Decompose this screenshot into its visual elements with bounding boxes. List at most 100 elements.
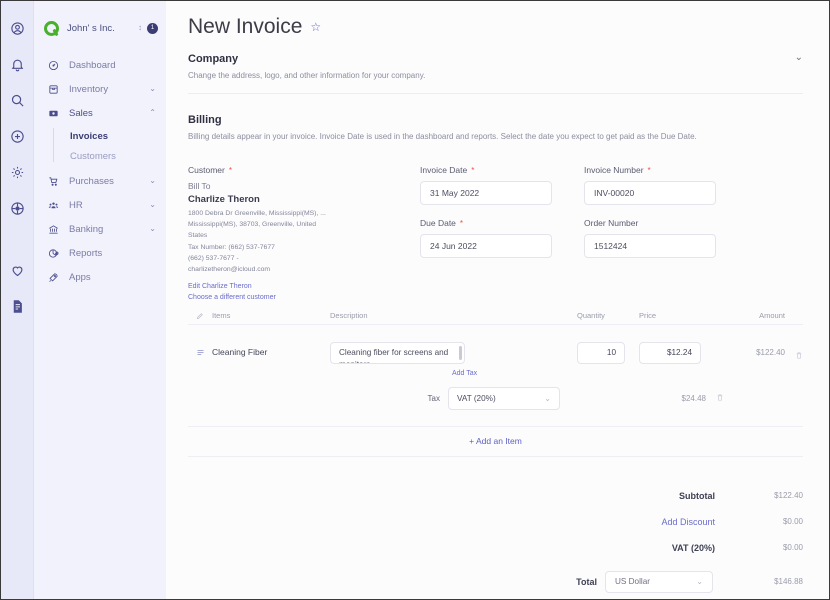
invoice-date-input[interactable]	[420, 181, 552, 205]
row-item-name[interactable]: Cleaning Fiber	[212, 342, 330, 357]
sidebar-item-hr[interactable]: HR ⌄	[34, 193, 166, 217]
chevron-down-icon[interactable]: ⌄	[149, 177, 156, 185]
subtotal-value: $122.40	[774, 491, 803, 501]
total-row: Total US Dollar ⌄ $146.88	[188, 570, 803, 593]
people-icon	[46, 200, 61, 211]
row-quantity-cell	[577, 341, 639, 364]
sidebar-item-banking[interactable]: Banking ⌄	[34, 217, 166, 241]
due-date-label: Due Date *	[420, 218, 572, 228]
label-text: Order Number	[584, 218, 639, 228]
currency-select[interactable]: US Dollar ⌄	[605, 570, 713, 593]
trash-icon[interactable]	[785, 342, 803, 365]
sidebar-item-apps[interactable]: Apps	[34, 265, 166, 289]
sidebar-label: Inventory	[69, 83, 109, 95]
add-item-button[interactable]: + Add an Item	[188, 427, 803, 456]
tax-select-value: VAT (20%)	[457, 393, 496, 403]
billing-section: Billing Billing details appear in your i…	[188, 114, 803, 143]
bell-icon[interactable]	[6, 53, 28, 75]
sidebar-item-reports[interactable]: Reports	[34, 241, 166, 265]
billing-description: Billing details appear in your invoice. …	[188, 132, 697, 141]
sidebar-label: Apps	[69, 271, 91, 283]
drag-handle-icon[interactable]	[188, 342, 212, 357]
sidebar-label: HR	[69, 199, 83, 211]
customer-label-text: Customer	[188, 165, 225, 175]
sidebar-item-inventory[interactable]: Inventory ⌄	[34, 77, 166, 101]
customer-address: 1800 Debra Dr Greenville, Mississippi(MS…	[188, 208, 420, 275]
workspace-badge: 1	[147, 22, 158, 34]
due-date-input[interactable]	[420, 234, 552, 258]
box-icon	[46, 84, 61, 95]
billing-form: Customer * Bill To Charlize Theron 1800 …	[188, 165, 803, 304]
add-tax-row: Add Tax	[188, 365, 803, 377]
pencil-icon[interactable]	[188, 312, 212, 320]
account-circle-icon[interactable]	[6, 17, 28, 39]
chevron-up-icon[interactable]: ⌃	[149, 109, 156, 117]
sidebar-item-dashboard[interactable]: Dashboard	[34, 53, 166, 77]
rocket-icon	[46, 272, 61, 283]
tax-amount: $24.48	[681, 393, 706, 403]
tax-row: Tax VAT (20%) ⌄ $24.48	[188, 377, 803, 410]
dates-column: Invoice Date * Due Date *	[420, 165, 572, 304]
sidebar-item-invoices[interactable]: Invoices	[56, 126, 166, 146]
invoice-number-group: Invoice Number *	[584, 165, 736, 205]
customer-label: Customer *	[188, 165, 420, 175]
row-amount: $122.40	[756, 347, 785, 357]
company-chevron-down-icon[interactable]: ⌄	[795, 53, 803, 63]
sidebar-item-customers[interactable]: Customers	[56, 146, 166, 166]
address-line: States	[188, 232, 208, 240]
sidebar: John' s Inc. ↕ 1 Dashboard Inventory ⌄ S…	[34, 1, 166, 599]
choose-different-customer-link[interactable]: Choose a different customer	[188, 293, 420, 304]
chevron-down-icon[interactable]: ⌄	[149, 201, 156, 209]
address-line: 1800 Debra Dr Greenville, Mississippi(MS…	[188, 210, 326, 217]
sidebar-item-purchases[interactable]: Purchases ⌄	[34, 169, 166, 193]
edit-customer-link[interactable]: Edit Charlize Theron	[188, 282, 420, 293]
sidebar-label: Banking	[69, 223, 104, 235]
company-section-header: Company Change the address, logo, and ot…	[188, 53, 803, 82]
customer-links: Edit Charlize Theron Choose a different …	[188, 282, 420, 304]
gauge-icon	[46, 60, 61, 71]
invoice-date-label: Invoice Date *	[420, 165, 572, 175]
star-outline-icon[interactable]: ☆	[310, 20, 321, 34]
search-icon[interactable]	[6, 89, 28, 111]
description-scrollbar[interactable]	[459, 345, 462, 360]
gear-icon[interactable]	[6, 161, 28, 183]
plus-circle-icon[interactable]	[6, 125, 28, 147]
chevron-down-icon[interactable]: ⌄	[149, 225, 156, 233]
chevron-down-icon[interactable]: ⌄	[149, 85, 156, 93]
sales-submenu: Invoices Customers	[34, 126, 166, 166]
required-marker: *	[471, 165, 475, 175]
column-items: Items	[212, 311, 231, 321]
table-row: Cleaning Fiber Cleaning fiber for screen…	[188, 325, 803, 365]
tax-select[interactable]: VAT (20%) ⌄	[448, 386, 560, 410]
row-description-cell: Cleaning fiber for screens and monitors	[330, 341, 577, 364]
description-textarea[interactable]: Cleaning fiber for screens and monitors	[330, 341, 465, 364]
heart-icon[interactable]	[6, 259, 28, 281]
vat-label: VAT (20%)	[671, 542, 715, 553]
quantity-input[interactable]	[577, 341, 625, 364]
document-icon[interactable]	[6, 295, 28, 317]
lifebuoy-icon[interactable]	[6, 197, 28, 219]
chevron-down-icon: ⌄	[696, 577, 703, 587]
order-number-group: Order Number	[584, 218, 736, 258]
workspace-switcher[interactable]: John' s Inc. ↕ 1	[34, 13, 166, 41]
discount-row: Add Discount $0.00	[188, 509, 803, 535]
bill-to-label: Bill To	[188, 181, 211, 191]
order-number-input[interactable]	[584, 234, 716, 258]
quickbooks-logo	[44, 20, 59, 36]
numbers-column: Invoice Number * Order Number	[584, 165, 736, 304]
add-discount-link[interactable]: Add Discount	[188, 517, 715, 527]
row-price-cell	[639, 341, 719, 364]
sidebar-item-sales[interactable]: Sales ⌃	[34, 101, 166, 125]
address-line: Mississippi(MS), 38703, Greenville, Unit…	[188, 221, 317, 229]
required-marker: *	[228, 165, 232, 175]
invoice-number-input[interactable]	[584, 181, 716, 205]
cart-icon	[46, 176, 61, 187]
add-tax-link[interactable]: Add Tax	[452, 365, 477, 377]
chevron-updown-icon[interactable]: ↕	[138, 24, 142, 32]
price-input[interactable]	[639, 341, 701, 364]
column-quantity: Quantity	[577, 311, 605, 321]
company-title: Company	[188, 53, 239, 65]
trash-icon[interactable]	[706, 389, 724, 407]
address-line: charlizetheron@icloud.com	[188, 266, 271, 274]
sidebar-label: Dashboard	[69, 59, 116, 71]
